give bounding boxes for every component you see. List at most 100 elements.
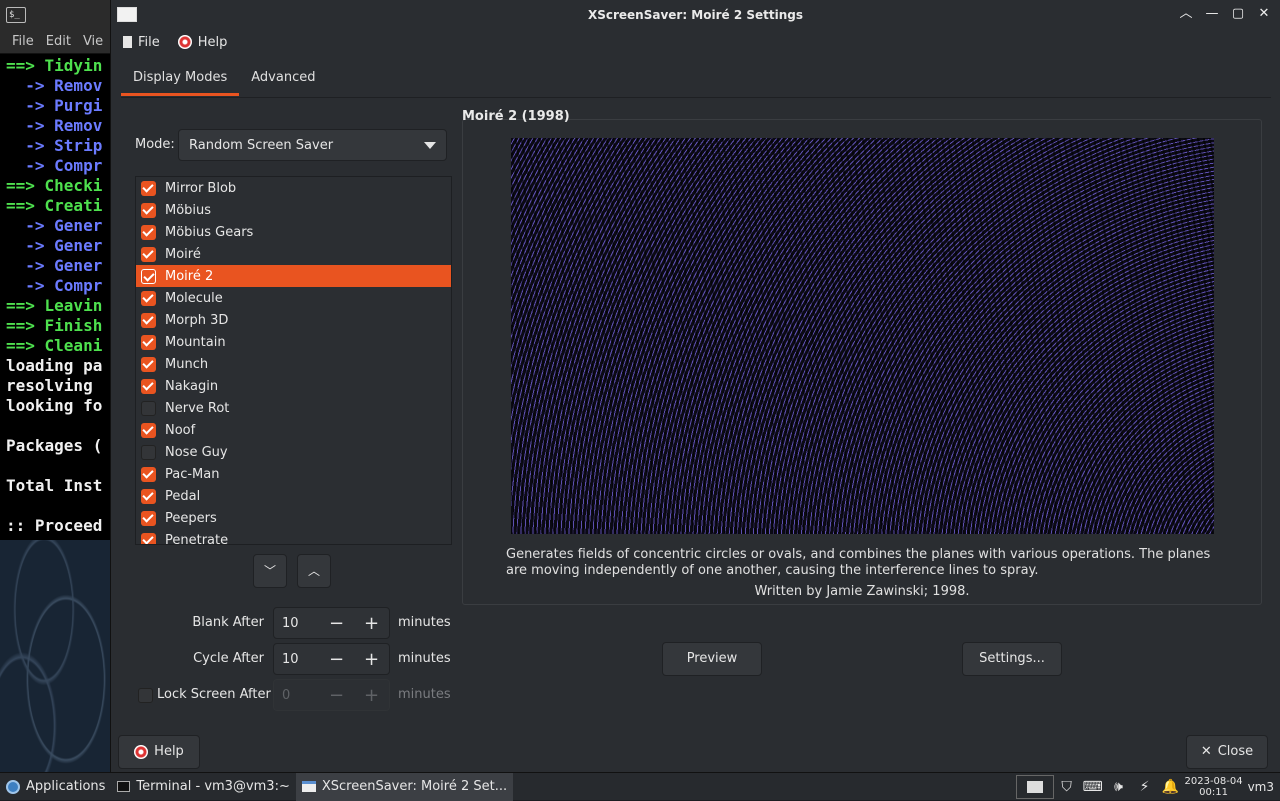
applications-menu[interactable]: Applications (0, 773, 111, 801)
window-titlebar[interactable]: XScreenSaver: Moiré 2 Settings ︿ — ▢ ✕ (111, 0, 1280, 30)
screensaver-list-item[interactable]: Noof (136, 419, 451, 441)
clock[interactable]: 2023-08-04 00:11 (1184, 776, 1244, 798)
screensaver-checkbox[interactable] (141, 466, 156, 482)
screensaver-list-item[interactable]: Möbius (136, 199, 451, 221)
screensaver-checkbox[interactable] (141, 202, 156, 218)
taskbar-xscreensaver-label: XScreenSaver: Moiré 2 Set... (321, 779, 508, 794)
menu-help[interactable]: Help (177, 35, 227, 50)
screensaver-list-item[interactable]: Penetrate (136, 529, 451, 544)
keyboard-icon[interactable]: ⌨ (1080, 779, 1106, 795)
applications-label: Applications (26, 779, 106, 794)
terminal-titlebar[interactable]: $_ (0, 0, 110, 30)
lifebuoy-icon (177, 35, 192, 49)
screensaver-checkbox[interactable] (141, 378, 156, 394)
screensaver-name: Nakagin (165, 378, 219, 394)
screensaver-checkbox[interactable] (141, 356, 156, 372)
screensaver-checkbox[interactable] (141, 180, 156, 196)
screensaver-list-item[interactable]: Molecule (136, 287, 451, 309)
document-icon (123, 36, 132, 48)
screensaver-checkbox[interactable] (141, 290, 156, 306)
screensaver-checkbox[interactable] (141, 224, 156, 240)
shield-icon[interactable]: ⛉ (1054, 779, 1080, 795)
tab-advanced[interactable]: Advanced (239, 62, 327, 96)
terminal-line: ==> Leavin (6, 296, 103, 315)
screensaver-name: Molecule (165, 290, 223, 306)
workspace-switcher[interactable] (1015, 774, 1054, 799)
screensaver-checkbox[interactable] (141, 510, 156, 526)
screensaver-checkbox[interactable] (141, 532, 156, 544)
increment-icon[interactable]: + (354, 649, 389, 670)
close-button-label: Close (1217, 744, 1254, 759)
screensaver-checkbox[interactable] (141, 246, 156, 262)
terminal-line: -> Strip (6, 136, 103, 155)
menu-file-label: File (138, 34, 160, 50)
screensaver-list-item[interactable]: Moiré 2 (136, 265, 451, 287)
terminal-line: loading pa (6, 356, 103, 375)
screensaver-checkbox[interactable] (141, 312, 156, 328)
screensaver-name: Moiré (165, 246, 201, 262)
increment-icon: + (363, 684, 380, 706)
screensaver-list-item[interactable]: Moiré (136, 243, 451, 265)
screensaver-list-item[interactable]: Nose Guy (136, 441, 451, 463)
desktop-wallpaper (0, 540, 110, 772)
menubar: File Help (111, 30, 1280, 54)
screensaver-checkbox[interactable] (141, 422, 156, 438)
terminal-window[interactable]: $_ File Edit Vie ==> Tidyin -> Remov -> … (0, 0, 110, 540)
screensaver-list-item[interactable]: Nerve Rot (136, 397, 451, 419)
mode-dropdown[interactable]: Random Screen Saver (178, 129, 447, 161)
chevron-up-icon[interactable]: ︿ (1178, 6, 1194, 22)
screensaver-name: Mountain (165, 334, 226, 350)
menu-file[interactable]: File (123, 35, 160, 50)
power-icon[interactable]: ⚡ (1132, 779, 1158, 795)
settings-button[interactable]: Settings... (962, 642, 1062, 676)
move-down-button[interactable]: ﹀ (253, 554, 287, 588)
cycle-after-stepper[interactable]: 10 − + (273, 643, 390, 675)
move-up-button[interactable]: ︿ (297, 554, 331, 588)
increment-icon[interactable]: + (354, 613, 389, 634)
screensaver-list-item[interactable]: Morph 3D (136, 309, 451, 331)
terminal-menu-view[interactable]: Vie (83, 34, 103, 49)
screensaver-name: Morph 3D (165, 312, 229, 328)
lock-screen-label: Lock Screen After (157, 687, 271, 702)
terminal-line: Total Inst (6, 476, 103, 495)
minimize-icon[interactable]: — (1204, 6, 1220, 22)
lock-screen-checkbox[interactable] (138, 688, 153, 703)
screensaver-checkbox[interactable] (141, 488, 156, 504)
cycle-after-value[interactable]: 10 (274, 652, 319, 667)
screensaver-list-item[interactable]: Mirror Blob (136, 177, 451, 199)
screensaver-preview[interactable] (511, 138, 1214, 534)
screensaver-list-item[interactable]: Peepers (136, 507, 451, 529)
preview-button[interactable]: Preview (662, 642, 762, 676)
screensaver-checkbox[interactable] (141, 444, 156, 460)
decrement-icon[interactable]: − (319, 649, 354, 670)
blank-after-stepper[interactable]: 10 − + (273, 607, 390, 639)
screensaver-list-item[interactable]: Pedal (136, 485, 451, 507)
terminal-menu-file[interactable]: File (12, 34, 34, 49)
blank-after-value[interactable]: 10 (274, 616, 319, 631)
maximize-icon[interactable]: ▢ (1230, 6, 1246, 22)
close-button[interactable]: ✕ Close (1186, 735, 1268, 769)
taskbar-xscreensaver[interactable]: XScreenSaver: Moiré 2 Set... (295, 772, 514, 801)
volume-icon[interactable]: 🕪 (1106, 779, 1132, 795)
screensaver-list-item[interactable]: Nakagin (136, 375, 451, 397)
taskbar-terminal[interactable]: Terminal - vm3@vm3:~ (111, 773, 295, 801)
tab-display-modes[interactable]: Display Modes (121, 62, 240, 96)
screensaver-checkbox[interactable] (141, 334, 156, 350)
screensaver-list[interactable]: Mirror Blob Möbius Möbius Gears Moiré Moiré … (135, 176, 452, 545)
terminal-line: -> Gener (6, 256, 103, 275)
notification-bell-icon[interactable]: 🔔 (1158, 779, 1184, 795)
screensaver-name: Mirror Blob (165, 180, 237, 196)
screensaver-list-item[interactable]: Möbius Gears (136, 221, 451, 243)
screensaver-list-item[interactable]: Pac-Man (136, 463, 451, 485)
screensaver-checkbox[interactable] (141, 400, 156, 416)
close-icon[interactable]: ✕ (1256, 6, 1272, 22)
screensaver-checkbox[interactable] (141, 268, 156, 284)
decrement-icon[interactable]: − (319, 613, 354, 634)
terminal-menu-edit[interactable]: Edit (46, 34, 71, 49)
screensaver-list-item[interactable]: Mountain (136, 331, 451, 353)
help-button[interactable]: Help (118, 735, 200, 769)
terminal-line: Packages ( (6, 436, 103, 455)
user-name[interactable]: vm3 (1244, 780, 1280, 794)
screensaver-list-item[interactable]: Munch (136, 353, 451, 375)
